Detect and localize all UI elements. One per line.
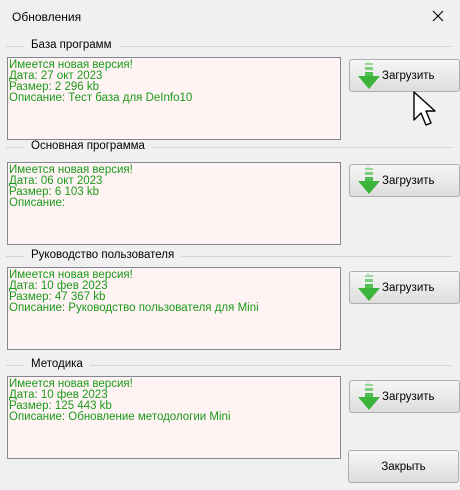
mouse-pointer-icon xyxy=(413,91,436,126)
close-window-button[interactable] xyxy=(416,0,460,32)
group-legend: Руководство пользователя xyxy=(24,249,182,261)
info-line-description: Описание: Руководство пользователя для M… xyxy=(9,302,259,314)
update-info-box: Имеется новая версия! Дата: 06 окт 2023 … xyxy=(7,162,341,245)
title-bar: Обновления xyxy=(0,0,460,34)
info-line-description: Описание: Обновление методологии Mini xyxy=(9,411,231,423)
download-button[interactable]: Загрузить xyxy=(349,59,460,92)
group-main-program: Основная программа Имеется новая версия!… xyxy=(6,140,460,250)
close-button[interactable]: Закрыть xyxy=(348,450,459,483)
update-info-box: Имеется новая версия! Дата: 27 окт 2023 … xyxy=(7,57,341,140)
download-button-label: Загрузить xyxy=(382,174,435,187)
download-button-label: Загрузить xyxy=(382,281,435,294)
download-button-label: Загрузить xyxy=(382,390,435,403)
download-arrow-icon xyxy=(358,272,380,301)
group-legend: Методика xyxy=(24,358,90,370)
group-program-base: База программ Имеется новая версия! Дата… xyxy=(6,39,460,149)
download-button[interactable]: Загрузить xyxy=(349,380,460,413)
download-button[interactable]: Загрузить xyxy=(349,271,460,304)
update-info-box: Имеется новая версия! Дата: 10 фев 2023 … xyxy=(7,267,341,350)
download-button-label: Загрузить xyxy=(382,69,435,82)
close-icon xyxy=(432,10,444,22)
download-button[interactable]: Загрузить xyxy=(349,164,460,197)
info-line-description: Описание: Тест база для DeInfo10 xyxy=(9,92,193,104)
update-info-box: Имеется новая версия! Дата: 10 фев 2023 … xyxy=(7,376,341,459)
group-legend: Основная программа xyxy=(24,140,152,152)
download-arrow-icon xyxy=(358,60,380,89)
info-line-description: Описание: xyxy=(9,197,66,209)
download-arrow-icon xyxy=(358,381,380,410)
download-arrow-icon xyxy=(358,165,380,194)
group-legend: База программ xyxy=(24,39,119,51)
group-user-manual: Руководство пользователя Имеется новая в… xyxy=(6,249,460,359)
window-title: Обновления xyxy=(12,10,82,24)
